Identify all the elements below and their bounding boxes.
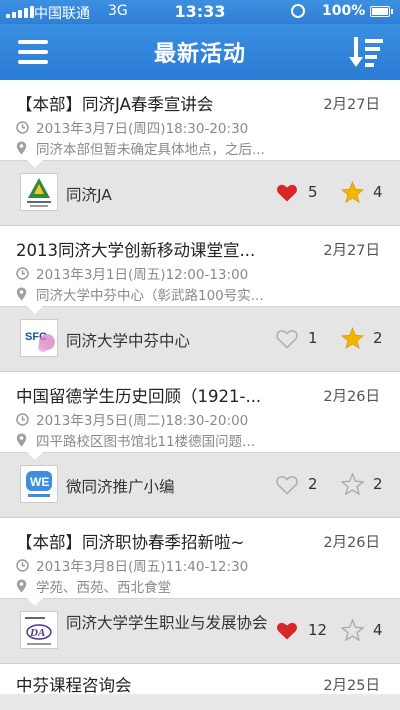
event-location: 同济大学中芬中心（彰武路100号实...: [36, 288, 264, 303]
event-post-date: 2月27日: [323, 243, 380, 259]
heart-icon[interactable]: [276, 621, 298, 641]
event-time: 2013年3月5日(周二)18:30-20:00: [36, 413, 249, 428]
location-pin-icon: [16, 579, 36, 593]
event-location-row: 四平路校区图书馆北11楼德国问题...: [16, 431, 386, 449]
favorite-count: 2: [373, 329, 383, 347]
organizer-logo: WE: [20, 465, 58, 503]
event-title: 【本部】同济职协春季招新啦~: [16, 533, 245, 552]
like-count: 12: [308, 621, 328, 639]
event-organizer-bar[interactable]: WE 微同济推广小编 2 2: [0, 452, 400, 518]
event-location-row: 同济大学中芬中心（彰武路100号实...: [16, 285, 386, 303]
event-organizer-bar[interactable]: DA 同济大学学生职业与发展协会 12 4: [0, 598, 400, 664]
organizer-name: 同济大学中芬中心: [66, 332, 191, 350]
battery-icon: [370, 6, 393, 17]
event-organizer-bar[interactable]: SFC 同济大学中芬中心 1 2: [0, 306, 400, 372]
clock-icon: [16, 558, 36, 572]
nav-bar: 最新活动: [0, 24, 400, 80]
like-count: 1: [308, 329, 318, 347]
star-icon[interactable]: [341, 327, 364, 349]
event-card-info[interactable]: 【本部】同济职协春季招新啦~ 2月26日 2013年3月8日(周五)11:40-…: [0, 518, 400, 598]
star-icon[interactable]: [341, 181, 364, 203]
event-title: 【本部】同济JA春季宣讲会: [16, 95, 214, 114]
event-post-date: 2月25日: [323, 678, 380, 694]
favorite-count: 2: [373, 475, 383, 493]
favorite-count: 4: [373, 183, 383, 201]
event-card[interactable]: 2013同济大学创新移动课堂宣... 2月27日 2013年3月1日(周五)12…: [0, 226, 400, 372]
event-card-partial[interactable]: 中芬课程咨询会 2月25日: [0, 664, 400, 695]
page-title: 最新活动: [153, 42, 246, 67]
status-bar: 中国联通 3G 13:33 100%: [0, 0, 400, 24]
sort-descending-icon[interactable]: [348, 36, 384, 68]
svg-text:DA: DA: [29, 627, 45, 639]
event-list: 【本部】同济JA春季宣讲会 2月27日 2013年3月7日(周四)18:30-2…: [0, 80, 400, 695]
like-count: 5: [308, 183, 318, 201]
event-time-row: 2013年3月1日(周五)12:00-13:00: [16, 264, 386, 282]
battery-percentage: 100%: [322, 3, 366, 19]
event-organizer-bar[interactable]: 同济JA 5 4: [0, 160, 400, 226]
event-location-row: 学苑、西苑、西北食堂: [16, 577, 386, 595]
event-title: 2013同济大学创新移动课堂宣...: [16, 241, 256, 260]
organizer-logo: DA: [20, 611, 58, 649]
event-location: 学苑、西苑、西北食堂: [36, 580, 171, 595]
organizer-logo: SFC: [20, 319, 58, 357]
organizer-name: 同济大学学生职业与发展协会: [66, 614, 268, 632]
heart-icon[interactable]: [276, 329, 298, 349]
star-icon[interactable]: [341, 619, 364, 641]
event-card[interactable]: 【本部】同济JA春季宣讲会 2月27日 2013年3月7日(周四)18:30-2…: [0, 80, 400, 226]
star-icon[interactable]: [341, 473, 364, 495]
event-post-date: 2月26日: [323, 535, 380, 551]
event-time: 2013年3月1日(周五)12:00-13:00: [36, 267, 249, 282]
organizer-logo: [20, 173, 58, 211]
organizer-name: 同济JA: [66, 186, 112, 204]
heart-icon[interactable]: [276, 475, 298, 495]
event-time-row: 2013年3月5日(周二)18:30-20:00: [16, 410, 386, 428]
location-pin-icon: [16, 433, 36, 447]
event-location: 四平路校区图书馆北11楼德国问题...: [36, 434, 256, 449]
heart-icon[interactable]: [276, 183, 298, 203]
event-location-row: 同济本部但暂未确定具体地点，之后...: [16, 139, 386, 157]
location-pin-icon: [16, 287, 36, 301]
favorite-count: 4: [373, 621, 383, 639]
event-card-info[interactable]: 【本部】同济JA春季宣讲会 2月27日 2013年3月7日(周四)18:30-2…: [0, 80, 400, 160]
event-post-date: 2月26日: [323, 389, 380, 405]
event-title: 中国留德学生历史回顾（1921-...: [16, 387, 262, 406]
rotation-lock-icon: [291, 4, 305, 18]
event-card-info[interactable]: 中国留德学生历史回顾（1921-... 2月26日 2013年3月5日(周二)1…: [0, 372, 400, 452]
event-card-info[interactable]: 2013同济大学创新移动课堂宣... 2月27日 2013年3月1日(周五)12…: [0, 226, 400, 306]
clock-icon: [16, 412, 36, 426]
event-time-row: 2013年3月7日(周四)18:30-20:30: [16, 118, 386, 136]
event-card[interactable]: 【本部】同济职协春季招新啦~ 2月26日 2013年3月8日(周五)11:40-…: [0, 518, 400, 664]
organizer-name: 微同济推广小编: [66, 478, 175, 496]
svg-text:WE: WE: [30, 475, 49, 489]
event-card[interactable]: 中国留德学生历史回顾（1921-... 2月26日 2013年3月5日(周二)1…: [0, 372, 400, 518]
event-time: 2013年3月7日(周四)18:30-20:30: [36, 121, 249, 136]
event-time-row: 2013年3月8日(周五)11:40-12:30: [16, 556, 386, 574]
event-post-date: 2月27日: [323, 97, 380, 113]
event-location: 同济本部但暂未确定具体地点，之后...: [36, 142, 265, 157]
location-pin-icon: [16, 141, 36, 155]
event-time: 2013年3月8日(周五)11:40-12:30: [36, 559, 249, 574]
like-count: 2: [308, 475, 318, 493]
event-title: 中芬课程咨询会: [16, 676, 132, 695]
clock-icon: [16, 120, 36, 134]
clock-icon: [16, 266, 36, 280]
